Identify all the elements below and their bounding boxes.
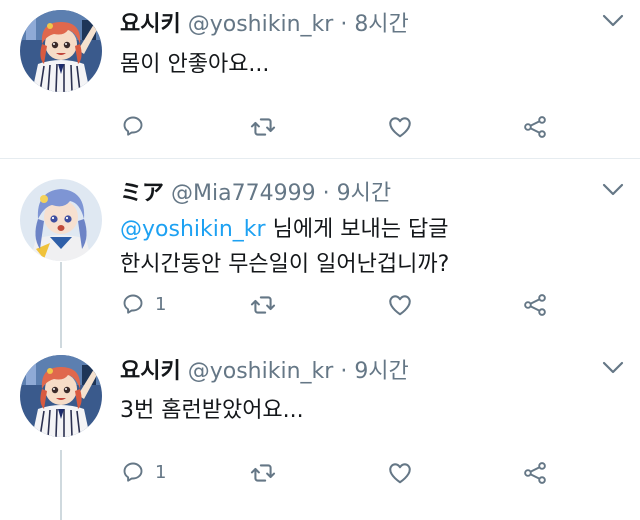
like-button[interactable]	[387, 460, 413, 486]
reply-icon	[121, 114, 145, 138]
avatar[interactable]	[20, 179, 102, 261]
reply-context-label: 님에게 보내는 답글	[272, 217, 449, 242]
avatar[interactable]	[20, 355, 102, 437]
retweet-icon	[250, 292, 276, 318]
chevron-down-icon[interactable]	[602, 361, 624, 375]
avatar[interactable]	[20, 10, 102, 92]
user-handle[interactable]: @yoshikin_kr	[188, 359, 334, 384]
retweet-icon	[250, 114, 276, 140]
share-icon	[522, 114, 548, 140]
avatar-image	[20, 10, 102, 92]
reply-count: 1	[155, 293, 167, 315]
share-button[interactable]	[522, 114, 548, 140]
like-button[interactable]	[387, 114, 413, 140]
tweet-header: 요시키 @yoshikin_kr · 9시간	[120, 353, 409, 385]
timestamp[interactable]: 8시간	[354, 12, 408, 37]
mention-link[interactable]: @yoshikin_kr	[120, 217, 266, 242]
like-button[interactable]	[387, 292, 413, 318]
tweet-header: ミア @Mia774999 · 9시간	[120, 175, 391, 207]
separator-dot: ·	[340, 12, 348, 37]
retweet-icon	[250, 460, 276, 486]
share-icon	[522, 460, 548, 486]
display-name[interactable]: 요시키	[120, 12, 181, 37]
retweet-button[interactable]	[250, 114, 276, 140]
share-button[interactable]	[522, 460, 548, 486]
tweet[interactable]: ミア @Mia774999 · 9시간 @yoshikin_kr 님에게 보내는…	[0, 159, 640, 339]
reply-button[interactable]: 1	[121, 460, 166, 484]
chevron-down-icon[interactable]	[602, 183, 624, 197]
user-handle[interactable]: @Mia774999	[171, 181, 316, 206]
share-icon	[522, 292, 548, 318]
like-icon	[387, 114, 413, 140]
avatar-image	[20, 179, 102, 261]
separator-dot: ·	[322, 181, 330, 206]
like-icon	[387, 460, 413, 486]
display-name[interactable]: 요시키	[120, 359, 181, 384]
reply-icon	[121, 292, 145, 316]
reply-icon	[121, 460, 145, 484]
tweet[interactable]: 요시키 @yoshikin_kr · 9시간 3번 홈런받았어요... 1	[0, 339, 640, 520]
chevron-down-icon[interactable]	[602, 14, 624, 28]
tweet[interactable]: 요시키 @yoshikin_kr · 8시간 몸이 안좋아요...	[0, 0, 640, 157]
separator-dot: ·	[340, 359, 348, 384]
like-icon	[387, 292, 413, 318]
reply-context: @yoshikin_kr 님에게 보내는 답글	[120, 211, 449, 243]
tweet-text: 한시간동안 무슨일이 일어난겁니까?	[120, 252, 450, 277]
user-handle[interactable]: @yoshikin_kr	[188, 12, 334, 37]
reply-count: 1	[155, 461, 167, 483]
retweet-button[interactable]	[250, 292, 276, 318]
timestamp[interactable]: 9시간	[354, 359, 408, 384]
tweet-text: 몸이 안좋아요...	[120, 52, 270, 77]
timestamp[interactable]: 9시간	[337, 181, 391, 206]
tweet-text: 3번 홈런받았어요...	[120, 398, 304, 423]
reply-button[interactable]	[121, 114, 155, 138]
retweet-button[interactable]	[250, 460, 276, 486]
share-button[interactable]	[522, 292, 548, 318]
tweet-header: 요시키 @yoshikin_kr · 8시간	[120, 6, 409, 38]
display-name[interactable]: ミア	[120, 181, 164, 206]
reply-button[interactable]: 1	[121, 292, 166, 316]
avatar-image	[20, 355, 102, 437]
